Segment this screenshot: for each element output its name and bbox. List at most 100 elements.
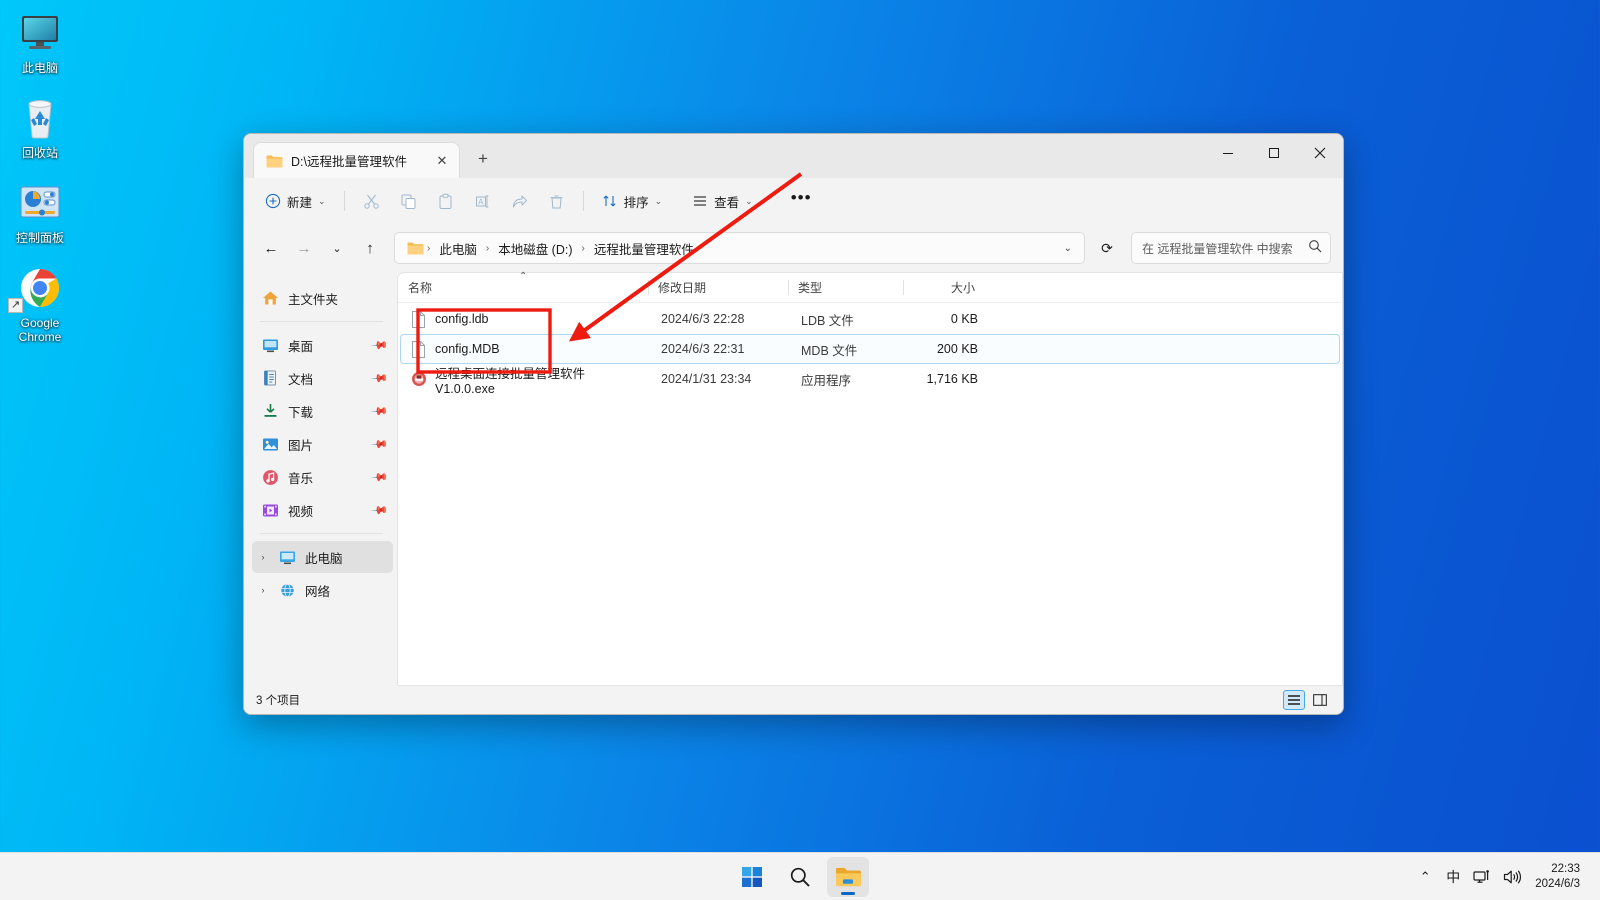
- sidebar-item-this-pc[interactable]: › 此电脑: [252, 541, 393, 573]
- share-icon: [512, 195, 527, 207]
- sidebar-item-pictures[interactable]: 图片 📌: [252, 428, 393, 460]
- breadcrumb-item-2[interactable]: 远程批量管理软件: [588, 236, 700, 261]
- sidebar-item-videos[interactable]: 视频 📌: [252, 494, 393, 526]
- search-button[interactable]: [779, 857, 821, 897]
- search-input[interactable]: 在 远程批量管理软件 中搜索: [1142, 240, 1302, 257]
- ime-indicator[interactable]: 中: [1440, 859, 1466, 895]
- file-type-cell: MDB 文件: [801, 343, 858, 358]
- clock-date: 2024/6/3: [1535, 877, 1580, 890]
- sort-button-label: 排序: [623, 195, 649, 210]
- breadcrumb-item-0[interactable]: 此电脑: [433, 236, 483, 261]
- file-name-cell: config.MDB: [401, 335, 651, 363]
- title-bar: D:\远程批量管理软件 ✕ +: [244, 134, 1343, 178]
- new-button[interactable]: 新建 ⌄: [256, 185, 335, 217]
- command-bar: 新建 ⌄ A 排序 ⌄ 查看 ⌄ •••: [244, 178, 1343, 224]
- table-row[interactable]: config.MDB 2024/6/3 22:31 MDB 文件 200 KB: [400, 334, 1340, 364]
- chevron-right-icon[interactable]: ›: [256, 552, 270, 562]
- system-tray: ⌃ 中 22:33 2024/6/3: [1412, 853, 1600, 900]
- shortcut-arrow-icon: ↗: [8, 298, 23, 313]
- pin-icon[interactable]: 📌: [371, 336, 390, 354]
- explorer-tab[interactable]: D:\远程批量管理软件 ✕: [253, 142, 460, 178]
- column-header-size[interactable]: 大小: [903, 273, 985, 302]
- start-button[interactable]: [731, 857, 773, 897]
- back-button[interactable]: ←: [256, 233, 286, 263]
- network-icon: [279, 582, 296, 599]
- forward-button[interactable]: →: [289, 233, 319, 263]
- pin-icon[interactable]: 📌: [371, 468, 390, 486]
- new-tab-button[interactable]: +: [468, 144, 498, 174]
- column-header-name-label: 名称: [408, 281, 433, 295]
- sidebar-item-music[interactable]: 音乐 📌: [252, 461, 393, 493]
- rename-button[interactable]: A: [465, 185, 500, 217]
- close-button[interactable]: [1297, 134, 1343, 172]
- sort-icon: [602, 195, 616, 207]
- table-row[interactable]: 远程桌面连接批量管理软件 V1.0.0.exe 2024/1/31 23:34 …: [400, 364, 1340, 396]
- breadcrumb[interactable]: › 此电脑 › 本地磁盘 (D:) › 远程批量管理软件 ⌄: [394, 232, 1085, 264]
- file-name-label: config.MDB: [435, 342, 500, 356]
- refresh-button[interactable]: ⟳: [1092, 233, 1122, 263]
- windows-logo-icon: [742, 866, 762, 887]
- file-size-cell: 200 KB: [936, 342, 978, 356]
- more-options-button[interactable]: •••: [782, 185, 821, 217]
- sidebar-item-downloads[interactable]: 下载 📌: [252, 395, 393, 427]
- desktop-icon-label: 此电脑: [21, 61, 58, 75]
- network-button[interactable]: [1468, 859, 1496, 895]
- volume-button[interactable]: [1498, 859, 1527, 895]
- maximize-button[interactable]: [1251, 134, 1297, 172]
- minimize-button[interactable]: [1205, 134, 1251, 172]
- share-button[interactable]: [502, 185, 537, 217]
- pin-icon[interactable]: 📌: [371, 501, 390, 519]
- sidebar-item-label: 文档: [288, 372, 314, 387]
- navigation-pane: 主文件夹 桌面 📌 文档 📌 下载 📌 图片 📌 音乐 📌 视频 📌 › 此电脑…: [244, 272, 397, 686]
- pin-icon[interactable]: 📌: [371, 402, 390, 420]
- breadcrumb-folder-icon: [404, 241, 424, 255]
- chevron-down-icon[interactable]: ⌄: [1056, 243, 1080, 254]
- file-explorer-button[interactable]: [827, 856, 869, 897]
- sidebar-item-network[interactable]: › 网络: [252, 574, 393, 606]
- delete-button[interactable]: [539, 185, 574, 217]
- column-header-name[interactable]: 名称 ⌃: [398, 271, 648, 302]
- videos-icon: [262, 502, 279, 519]
- sidebar-item-label: 下载: [288, 405, 314, 420]
- clock[interactable]: 22:33 2024/6/3: [1529, 862, 1590, 892]
- up-button[interactable]: ↑: [355, 233, 385, 263]
- paste-button[interactable]: [428, 185, 463, 217]
- table-row[interactable]: config.ldb 2024/6/3 22:28 LDB 文件 0 KB: [400, 304, 1340, 334]
- sort-button[interactable]: 排序 ⌄: [593, 185, 672, 217]
- desktop-icon-control-panel[interactable]: 控制面板: [0, 178, 80, 245]
- pin-icon[interactable]: 📌: [371, 369, 390, 387]
- cut-button[interactable]: [354, 185, 389, 217]
- column-header-type[interactable]: 类型: [788, 273, 903, 302]
- file-size-cell: 1,716 KB: [926, 372, 978, 386]
- this-pc-icon: [0, 8, 80, 58]
- sidebar-item-documents[interactable]: 文档 📌: [252, 362, 393, 394]
- column-header-date[interactable]: 修改日期: [648, 273, 788, 302]
- pictures-icon: [262, 436, 279, 453]
- pin-icon[interactable]: 📌: [371, 435, 390, 453]
- new-button-label: 新建: [287, 195, 313, 210]
- sidebar-item-desktop[interactable]: 桌面 📌: [252, 329, 393, 361]
- recent-locations-button[interactable]: ⌄: [322, 233, 352, 263]
- file-name-cell: 远程桌面连接批量管理软件 V1.0.0.exe: [401, 365, 651, 396]
- copy-button[interactable]: [391, 185, 426, 217]
- file-name-label: config.ldb: [435, 312, 489, 326]
- breadcrumb-separator: ›: [427, 242, 431, 254]
- desktop-icon-recycle-bin[interactable]: 回收站: [0, 93, 80, 160]
- breadcrumb-item-1[interactable]: 本地磁盘 (D:): [492, 236, 578, 261]
- view-button[interactable]: 查看 ⌄: [683, 185, 762, 217]
- window-controls: [1205, 134, 1343, 178]
- desktop-icon-this-pc[interactable]: 此电脑: [0, 8, 80, 75]
- music-icon: [262, 469, 279, 486]
- home-icon: [262, 290, 279, 307]
- tray-overflow-button[interactable]: ⌃: [1412, 859, 1438, 895]
- pane-view-button[interactable]: [1309, 690, 1331, 710]
- tab-title: D:\远程批量管理软件: [291, 155, 407, 169]
- desktop-icon-google-chrome[interactable]: ↗ Google Chrome: [0, 263, 80, 344]
- details-view-button[interactable]: [1283, 690, 1305, 710]
- sidebar-item-home[interactable]: 主文件夹: [252, 282, 393, 314]
- search-box[interactable]: 在 远程批量管理软件 中搜索: [1131, 232, 1331, 264]
- application-icon: [411, 371, 426, 388]
- desktop-icon-label: Google Chrome: [18, 316, 62, 344]
- chevron-right-icon[interactable]: ›: [256, 585, 270, 595]
- tab-close-icon[interactable]: ✕: [431, 150, 453, 172]
